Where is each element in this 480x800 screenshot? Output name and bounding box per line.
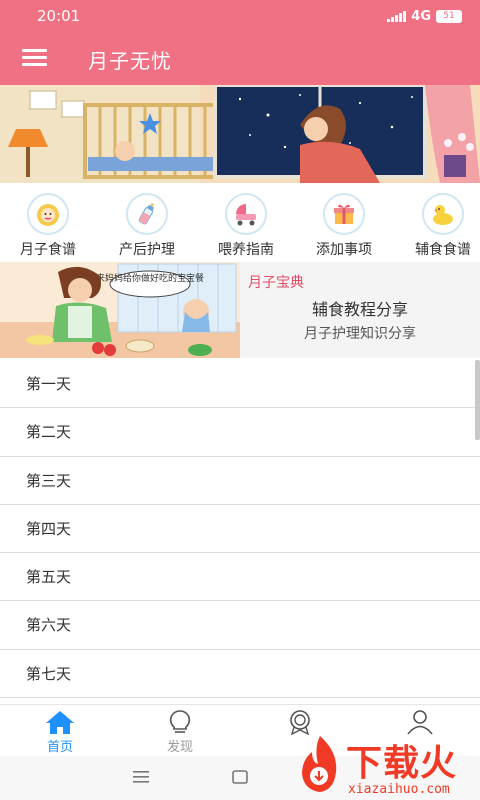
category-item-add-items[interactable]: 添加事项 (296, 185, 392, 261)
app-title: 月子无忧 (88, 49, 172, 73)
category-label: 添加事项 (316, 242, 372, 258)
mother-cooking-illustration: 来妈妈给你做好吃的宝宝餐 (0, 262, 240, 358)
watermark-domain: xiazaihuo.com (348, 782, 450, 797)
feature-subtitle: 月子护理知识分享 (304, 326, 416, 342)
watermark-text: 下载火 (346, 743, 458, 784)
mother-and-baby-illustration (0, 85, 480, 183)
home-square-icon[interactable] (232, 770, 248, 784)
status-time: 20:01 (37, 7, 81, 25)
watermark-logo: 下载火 xiazaihuo.com (290, 726, 480, 800)
status-icons: 4G 51 (387, 8, 462, 24)
feature-card[interactable]: 来妈妈给你做好吃的宝宝餐 月子宝典 辅食教程分享 月子护理知识分享 (0, 262, 480, 358)
tab-home[interactable]: 首页 (0, 707, 120, 755)
list-item[interactable]: 第一天 (0, 360, 480, 409)
category-label: 辅食食谱 (415, 242, 471, 258)
list-scrollbar[interactable] (475, 360, 480, 440)
category-label: 产后护理 (119, 242, 175, 258)
flame-logo-icon (302, 736, 337, 792)
stroller-icon (225, 193, 267, 235)
category-row: 月子食谱 产后护理 喂养指南 添加事项 辅食食谱 (0, 185, 480, 261)
speech-bubble-text: 来妈妈给你做好吃的宝宝餐 (96, 272, 204, 284)
category-label: 月子食谱 (20, 242, 76, 258)
feature-tag: 月子宝典 (248, 275, 304, 291)
hamburger-menu-icon[interactable] (22, 49, 47, 67)
gift-box-icon (323, 193, 365, 235)
status-bar: 20:01 4G 51 (0, 0, 480, 32)
feature-image: 来妈妈给你做好吃的宝宝餐 (0, 262, 240, 358)
tab-label: 发现 (166, 740, 193, 755)
list-item[interactable]: 第三天 (0, 457, 480, 505)
banner-image[interactable] (0, 85, 480, 183)
menu-lines-icon[interactable] (133, 771, 149, 783)
lightbulb-icon (169, 710, 191, 733)
rubber-duck-icon (422, 193, 464, 235)
category-item-feeding-guide[interactable]: 喂养指南 (198, 185, 294, 261)
list-item[interactable]: 第四天 (0, 505, 480, 554)
category-item-complementary-recipes[interactable]: 辅食食谱 (395, 185, 480, 261)
baby-face-icon (27, 193, 69, 235)
network-type: 4G (411, 8, 431, 24)
app-bar: 月子无忧 (0, 32, 480, 85)
list-item[interactable]: 第七天 (0, 650, 480, 699)
battery-icon: 51 (436, 9, 462, 23)
baby-bottle-icon (126, 193, 168, 235)
home-icon (46, 711, 74, 734)
list-item[interactable]: 第五天 (0, 553, 480, 602)
category-item-yuezi-recipes[interactable]: 月子食谱 (0, 185, 96, 261)
tab-label: 首页 (46, 740, 73, 755)
list-item[interactable]: 第二天 (0, 408, 480, 457)
day-list[interactable]: 第一天 第二天 第三天 第四天 第五天 第六天 第七天 (0, 360, 480, 704)
signal-icon (387, 10, 407, 22)
category-label: 喂养指南 (218, 242, 274, 258)
category-item-postpartum-care[interactable]: 产后护理 (99, 185, 195, 261)
list-item[interactable]: 第六天 (0, 601, 480, 650)
feature-title: 辅食教程分享 (311, 300, 408, 319)
tab-discover[interactable]: 发现 (120, 707, 240, 755)
